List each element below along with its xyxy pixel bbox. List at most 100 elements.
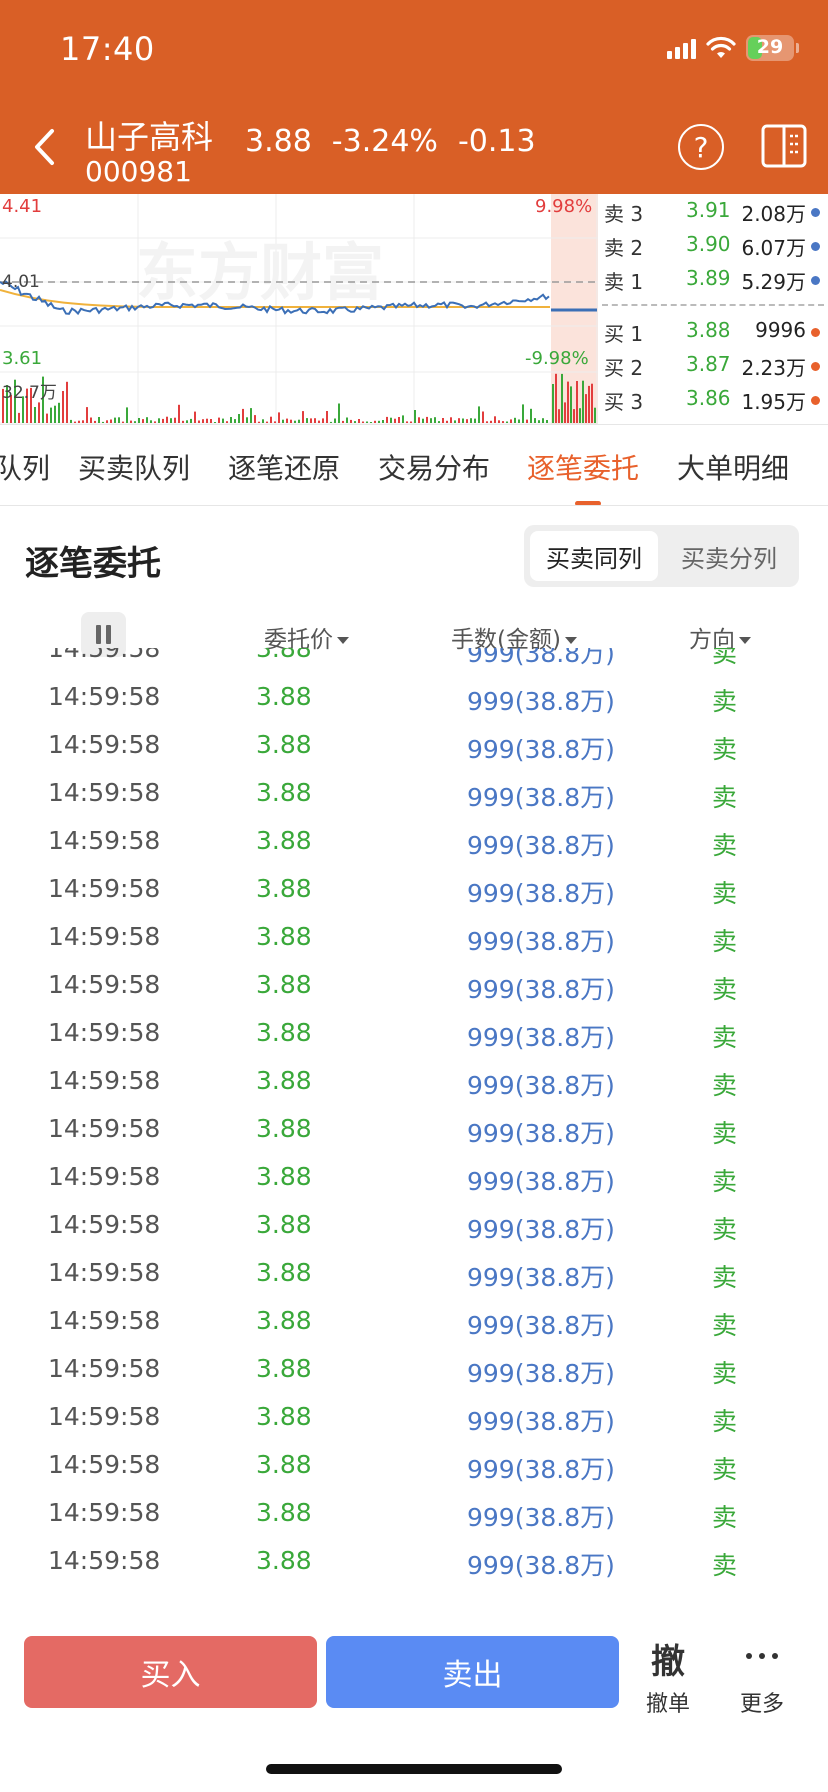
tab-trade-distribution[interactable]: 交易分布: [378, 447, 490, 487]
order-time: 14:59:58: [48, 1114, 161, 1143]
pause-icon-bar: [106, 625, 111, 644]
app-header: 17:40 29 山子高科 000981 3.88 -3.24% -0.13 ?: [0, 0, 828, 194]
orderbook-ask-2: 卖 2 3.90 6.07万: [598, 232, 828, 262]
order-row: 14:59:58 3.88 999(38.8万) 卖: [0, 1162, 828, 1210]
chart-limit-down-label: -9.98%: [525, 348, 589, 369]
volume-bar: [526, 419, 528, 423]
volume-bar: [330, 421, 332, 423]
order-direction: 卖: [712, 1263, 738, 1292]
volume-bar: [458, 418, 460, 423]
volume-bar: [62, 391, 64, 423]
order-price: 3.88: [256, 826, 312, 855]
volume-bar: [366, 421, 368, 423]
tab-large-orders[interactable]: 大单明细: [677, 447, 789, 487]
volume-bar: [90, 417, 92, 423]
cancel-order-button[interactable]: 撤 撤单: [636, 1634, 700, 1724]
sell-button[interactable]: 卖出: [326, 1636, 619, 1708]
volume-bar: [555, 373, 557, 423]
order-price: 3.88: [256, 1354, 312, 1383]
order-direction: 卖: [712, 879, 738, 908]
back-button[interactable]: [22, 122, 66, 172]
intraday-chart[interactable]: 东方财富 4.41 4.01 3.61 32.7万 9.98% -9.98% 卖…: [0, 194, 828, 424]
volume-bar: [174, 417, 176, 423]
order-time: 14:59:58: [48, 1258, 161, 1287]
volume-bar: [242, 408, 244, 423]
stock-name: 山子高科: [85, 118, 214, 156]
order-direction: 卖: [712, 1167, 738, 1196]
more-button[interactable]: 更多: [730, 1634, 794, 1724]
volume-bar: [130, 420, 132, 423]
volume-bar: [94, 420, 96, 423]
order-row: 14:59:58 3.88 999(38.8万) 卖: [0, 730, 828, 778]
volume-bar: [546, 420, 548, 423]
tab-tick-restore[interactable]: 逐笔还原: [228, 447, 340, 487]
volume-bar: [370, 422, 372, 423]
order-time: 14:59:58: [48, 1162, 161, 1191]
order-time: 14:59:58: [48, 1450, 161, 1479]
toggle-split-columns[interactable]: 买卖分列: [665, 531, 793, 581]
volume-bar: [66, 381, 68, 423]
ask-price: 3.89: [686, 266, 731, 290]
volume-bar: [490, 420, 492, 423]
orderbook-bid-1: 买 1 3.88 9996: [598, 318, 828, 348]
tab-buy-sell-queue[interactable]: 买卖队列: [78, 447, 190, 487]
order-direction: 卖: [712, 831, 738, 860]
order-price: 3.88: [256, 1258, 312, 1287]
order-volume: 999(38.8万): [467, 1167, 615, 1196]
switch-layout-button[interactable]: [760, 122, 808, 170]
order-row: 14:59:58 3.88 999(38.8万) 卖: [0, 1114, 828, 1162]
toggle-same-column[interactable]: 买卖同列: [530, 531, 658, 581]
order-price: 3.88: [256, 970, 312, 999]
order-direction: 卖: [712, 1455, 738, 1484]
volume-bar: [573, 409, 575, 423]
volume-bar: [579, 408, 581, 423]
volume-bar: [522, 404, 524, 423]
help-button[interactable]: ?: [678, 124, 724, 170]
volume-bar: [402, 415, 404, 423]
order-row: 14:59:58 3.88 999(38.8万) 卖: [0, 1546, 828, 1594]
volume-bar: [502, 421, 504, 423]
home-indicator: [266, 1764, 562, 1774]
order-price: 3.88: [256, 1066, 312, 1095]
order-time: 14:59:58: [48, 922, 161, 951]
volume-bar: [414, 410, 416, 423]
volume-bar: [342, 420, 344, 423]
volume-bar: [310, 418, 312, 423]
tab-queue[interactable]: 队列: [0, 447, 50, 487]
volume-bar: [394, 418, 396, 423]
cellular-signal-icon: [667, 37, 696, 59]
volume-bar: [542, 418, 544, 423]
order-time: 14:59:58: [48, 1498, 161, 1527]
order-direction: 卖: [712, 648, 738, 668]
tab-order-by-order[interactable]: 逐笔委托: [527, 447, 639, 487]
wifi-icon: [706, 36, 736, 58]
order-row: 14:59:58 3.88 999(38.8万) 卖: [0, 922, 828, 970]
buy-button[interactable]: 买入: [24, 1636, 317, 1708]
volume-bar: [214, 422, 216, 423]
bid-price: 3.88: [686, 318, 731, 342]
volume-bar: [314, 418, 316, 423]
volume-bar: [494, 416, 496, 423]
order-price: 3.88: [256, 730, 312, 759]
volume-bar: [286, 418, 288, 423]
order-volume: 999(38.8万): [467, 1551, 615, 1580]
orderbook: 卖 3 3.91 2.08万 卖 2 3.90 6.07万 卖 1 3.89 5…: [598, 194, 828, 424]
section-title: 逐笔委托: [25, 544, 161, 584]
volume-bar: [470, 418, 472, 423]
volume-bar: [142, 419, 144, 423]
ask-volume: 6.07万: [741, 236, 806, 260]
volume-bar: [114, 417, 116, 423]
order-list[interactable]: 14:59:58 3.88 999(38.8万) 卖 14:59:58 3.88 999(3…: [0, 648, 828, 1612]
view-mode-toggle: 买卖同列 买卖分列: [524, 525, 799, 587]
chart-volume-label: 32.7万: [2, 383, 57, 403]
cancel-icon: 撤: [651, 1642, 685, 1682]
volume-bar: [576, 381, 578, 423]
volume-bar: [282, 419, 284, 423]
volume-bar: [482, 411, 484, 423]
more-dots-icon: [730, 1634, 794, 1678]
volume-bar: [322, 418, 324, 423]
volume-bar: [230, 417, 232, 423]
sort-caret-icon: [337, 637, 349, 644]
volume-bar: [358, 419, 360, 423]
volume-bar: [102, 421, 104, 423]
